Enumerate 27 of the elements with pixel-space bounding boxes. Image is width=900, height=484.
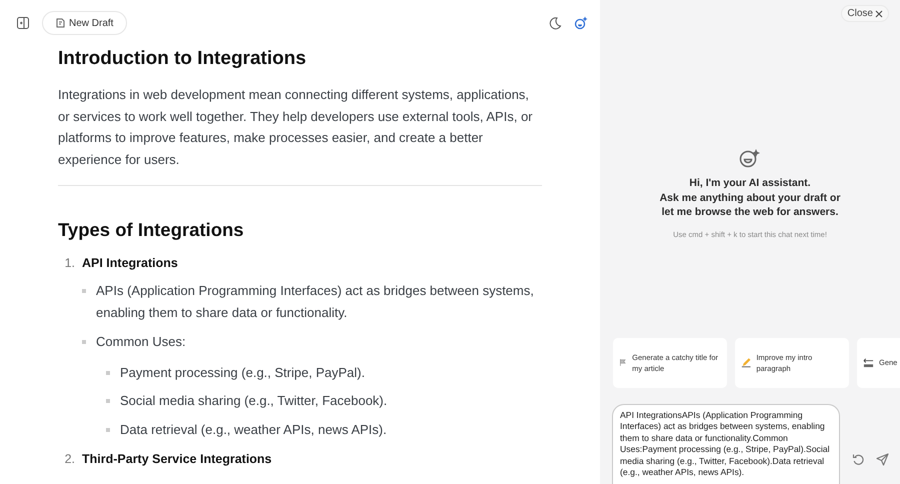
close-icon [875, 10, 883, 18]
send-icon[interactable] [876, 452, 890, 466]
list-item-heading: Third-Party Service Integrations [82, 452, 272, 466]
chat-input-field[interactable]: API IntegrationsAPIs (Application Programming Interfaces) act as bridges between systems, enabling them to share data or functionality.Common Uses:Payment processing (e.g., Stripe, PayPal).Social media sharing (e.g., Twitter, Facebook).Data retrieval (e.g., weather APIs, news APIs). [612, 404, 840, 484]
moon-icon[interactable] [548, 16, 562, 30]
list-item-text: Common Uses: [96, 333, 186, 351]
close-button[interactable]: Close [841, 5, 889, 22]
document-icon [56, 18, 65, 28]
ai-assistant-icon[interactable] [574, 16, 588, 30]
assistant-icon [739, 148, 761, 168]
document-title: Introduction to Integrations [58, 47, 308, 71]
section-heading: Types of Integrations [58, 218, 245, 242]
pencil-icon [741, 357, 752, 368]
list-number: 1. [64, 256, 75, 270]
list-item-text: APIs (Application Programming Interfaces) act as bridges between systems, enabling them to share data or functionality. [96, 282, 535, 322]
new-draft-button[interactable]: New Draft [42, 11, 128, 35]
flag-icon [619, 357, 628, 368]
greeting-text: Hi, I'm your AI assistant. Ask me anything about your draft or let me browse the web for answers. [660, 176, 840, 220]
list-item-text: Payment processing (e.g., Stripe, PayPal). [120, 364, 365, 382]
refresh-icon[interactable] [852, 452, 866, 466]
list-item-text: Data retrieval (e.g., weather APIs, news APIs). [120, 420, 387, 439]
list-item-text: Social media sharing (e.g., Twitter, Facebook). [120, 392, 388, 410]
list-item-heading: API Integrations [82, 256, 178, 270]
end-key-icon [863, 357, 874, 368]
intro-paragraph: Integrations in web development mean connecting different systems, applications, or services to work well together. They help developers use external tools, APIs, or platforms to improve features, make processes easier, and create a better experience for users. [58, 86, 534, 169]
sidebar-toggle-icon[interactable] [16, 16, 30, 30]
list-number: 2. [64, 452, 75, 466]
